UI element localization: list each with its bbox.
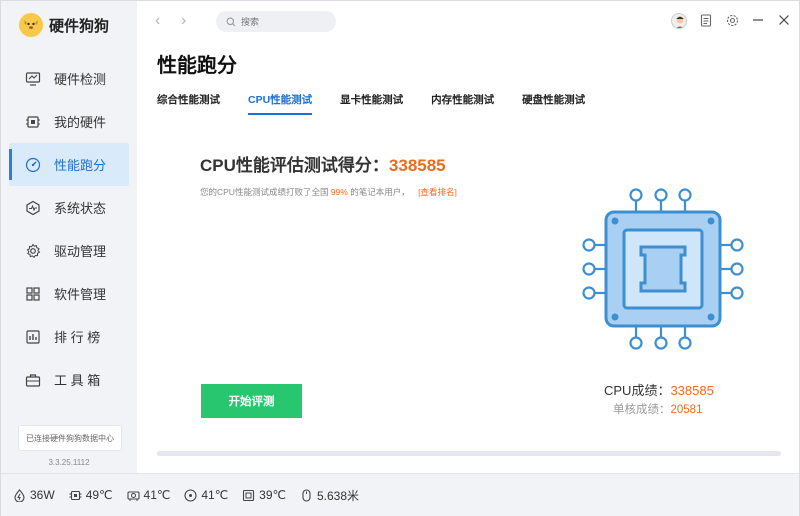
document-icon[interactable] xyxy=(699,14,713,28)
cpu-temp-icon xyxy=(69,490,82,500)
sidebar-item-toolbox[interactable]: 工 具 箱 xyxy=(9,358,129,401)
cpu-score: CPU成绩：338585 xyxy=(604,380,714,399)
rank-suffix: 的笔记本用户， xyxy=(350,187,410,197)
search-input[interactable] xyxy=(241,16,321,27)
sidebar-item-ranking[interactable]: 排 行 榜 xyxy=(9,315,129,358)
window-controls xyxy=(671,13,791,29)
mouse-icon xyxy=(302,488,311,502)
cpu-chip-illustration xyxy=(582,188,744,350)
status-cpu-temp: 49℃ xyxy=(69,488,113,502)
single-core-label: 单核成绩： xyxy=(613,404,671,416)
gpu-temp-icon xyxy=(126,490,140,501)
version-label: 3.3.25.1112 xyxy=(48,458,90,467)
rank-description: 您的CPU性能测试成绩打败了全国 99% 的笔记本用户， [查看排名] xyxy=(200,186,457,198)
view-ranking-link[interactable]: [查看排名] xyxy=(418,187,457,197)
status-gpu-temp: 41℃ xyxy=(126,488,171,502)
tab-overall[interactable]: 综合性能测试 xyxy=(157,92,220,115)
board-temp-icon xyxy=(243,489,255,501)
sidebar-item-label: 排 行 榜 xyxy=(54,330,101,345)
status-bar: 36W 49℃ 41℃ 41℃ 39℃ 5.638米 xyxy=(1,473,799,516)
sidebar-item-label: 性能跑分 xyxy=(54,158,107,173)
gauge-icon xyxy=(25,157,41,172)
status-value: 39℃ xyxy=(259,488,286,502)
dog-logo-icon xyxy=(19,13,43,37)
rank-prefix: 您的CPU性能测试成绩打败了全国 xyxy=(200,187,329,197)
forward-arrow-icon[interactable]: › xyxy=(181,12,186,30)
tab-cpu[interactable]: CPU性能测试 xyxy=(248,92,313,115)
sidebar-item-benchmark[interactable]: 性能跑分 xyxy=(9,143,129,186)
status-mouse-distance: 5.638米 xyxy=(300,487,359,504)
sidebar-item-label: 工 具 箱 xyxy=(54,373,101,388)
app-window: 硬件狗狗 硬件检测 我的硬件 性能跑分 系统状态 驱动管理 软件管理 排 行 榜… xyxy=(0,0,800,516)
disk-temp-icon xyxy=(184,488,197,502)
sidebar-item-driver[interactable]: 驱动管理 xyxy=(9,229,129,272)
avatar[interactable] xyxy=(671,13,687,29)
top-bar: ‹ › xyxy=(137,1,800,43)
settings-icon[interactable] xyxy=(725,14,739,28)
sidebar-item-label: 我的硬件 xyxy=(54,115,107,130)
power-icon xyxy=(14,488,25,502)
page-title: 性能跑分 xyxy=(157,55,237,77)
sidebar-item-software[interactable]: 软件管理 xyxy=(9,272,129,315)
score-heading: CPU性能评估测试得分：338585 xyxy=(200,151,446,176)
single-core-value: 20581 xyxy=(670,404,703,416)
search-box[interactable] xyxy=(216,11,336,32)
ranking-icon xyxy=(26,329,40,344)
close-icon[interactable] xyxy=(777,14,791,28)
status-disk-temp: 41℃ xyxy=(184,488,228,502)
gear-icon xyxy=(26,243,41,258)
toolbox-icon xyxy=(25,373,41,387)
status-value: 41℃ xyxy=(201,488,229,502)
tab-gpu[interactable]: 显卡性能测试 xyxy=(340,92,403,115)
brand: 硬件狗狗 xyxy=(19,13,109,37)
data-center-status[interactable]: 已连接硬件狗狗数据中心 xyxy=(18,425,122,451)
benchmark-tabs: 综合性能测试 CPU性能测试 显卡性能测试 内存性能测试 硬盘性能测试 xyxy=(157,92,613,115)
cpu-score-value: 338585 xyxy=(670,383,714,398)
sidebar: 硬件狗狗 硬件检测 我的硬件 性能跑分 系统状态 驱动管理 软件管理 排 行 榜… xyxy=(1,1,137,473)
sidebar-item-label: 系统状态 xyxy=(54,201,107,216)
monitor-icon xyxy=(25,71,41,86)
sidebar-item-label: 驱动管理 xyxy=(54,244,107,259)
back-arrow-icon[interactable]: ‹ xyxy=(155,12,160,30)
apps-icon xyxy=(26,286,40,301)
rank-percent: 99% xyxy=(330,187,348,197)
tab-disk[interactable]: 硬盘性能测试 xyxy=(522,92,585,115)
single-core-score: 单核成绩：20581 xyxy=(613,401,702,417)
sidebar-nav: 硬件检测 我的硬件 性能跑分 系统状态 驱动管理 软件管理 排 行 榜 工 具 … xyxy=(9,57,129,401)
sidebar-item-label: 软件管理 xyxy=(54,287,107,302)
pulse-icon xyxy=(26,200,40,215)
status-value: 36W xyxy=(30,488,55,502)
status-power: 36W xyxy=(13,488,55,502)
status-value: 41℃ xyxy=(143,488,171,502)
sidebar-item-system-status[interactable]: 系统状态 xyxy=(9,186,129,229)
sidebar-item-label: 硬件检测 xyxy=(54,72,107,87)
status-value: 49℃ xyxy=(85,488,113,502)
app-name: 硬件狗狗 xyxy=(49,17,110,35)
tab-memory[interactable]: 内存性能测试 xyxy=(431,92,494,115)
score-heading-value: 338585 xyxy=(388,156,446,175)
status-value: 5.638米 xyxy=(317,488,360,503)
minimize-icon[interactable] xyxy=(751,14,765,28)
chip-icon xyxy=(26,115,40,128)
start-benchmark-button[interactable]: 开始评测 xyxy=(201,384,302,418)
search-icon xyxy=(226,17,236,26)
horizontal-scrollbar[interactable] xyxy=(157,451,781,456)
sidebar-item-hardware-detect[interactable]: 硬件检测 xyxy=(9,57,129,100)
cpu-score-label: CPU成绩： xyxy=(604,383,671,398)
score-heading-label: CPU性能评估测试得分： xyxy=(200,156,389,175)
status-board-temp: 39℃ xyxy=(242,488,286,502)
sidebar-item-my-hardware[interactable]: 我的硬件 xyxy=(9,100,129,143)
